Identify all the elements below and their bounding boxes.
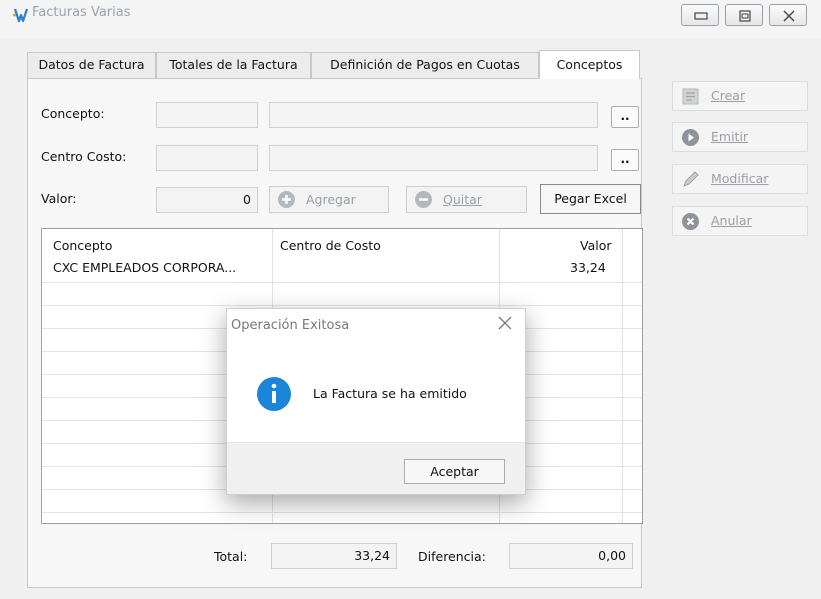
maximize-button[interactable] xyxy=(725,4,763,26)
window-title: Facturas Varias xyxy=(32,5,131,20)
concepto-code-field[interactable] xyxy=(156,102,258,128)
new-document-icon xyxy=(682,88,699,105)
agregar-button[interactable]: Agregar xyxy=(269,186,389,213)
agregar-label: Agregar xyxy=(306,192,356,207)
valor-label: Valor: xyxy=(41,191,77,206)
modificar-button[interactable]: Modificar xyxy=(672,164,808,194)
play-icon xyxy=(682,129,699,146)
anular-label: Anular xyxy=(711,213,752,228)
column-header-concepto[interactable]: Concepto xyxy=(53,238,112,253)
centro-costo-label: Centro Costo: xyxy=(41,149,127,164)
minimize-icon xyxy=(694,12,708,20)
diferencia-label: Diferencia: xyxy=(418,549,486,564)
total-label: Total: xyxy=(214,549,248,564)
pegar-excel-button[interactable]: Pegar Excel xyxy=(540,184,641,214)
quitar-button[interactable]: Quitar xyxy=(406,186,527,213)
centro-costo-code-field[interactable] xyxy=(156,145,258,171)
centro-costo-description-field[interactable] xyxy=(269,145,598,171)
quitar-label: Quitar xyxy=(443,192,482,207)
tab-datos-factura[interactable]: Datos de Factura xyxy=(27,52,156,78)
facturas-window: Facturas Varias Datos de Factura Totales… xyxy=(0,0,821,599)
crear-button[interactable]: Crear xyxy=(672,81,808,111)
aceptar-button[interactable]: Aceptar xyxy=(404,459,505,484)
anular-button[interactable]: Anular xyxy=(672,206,808,236)
diferencia-field: 0,00 xyxy=(509,543,633,569)
dialog-footer: Aceptar xyxy=(227,442,525,494)
dialog-title: Operación Exitosa xyxy=(231,318,350,333)
dialog-message: La Factura se ha emitido xyxy=(313,386,467,401)
table-row-concepto-cell[interactable]: CXC EMPLEADOS CORPORA... xyxy=(53,260,236,275)
modificar-label: Modificar xyxy=(711,171,769,186)
app-logo-icon xyxy=(13,8,29,23)
info-icon xyxy=(257,377,291,411)
table-row-valor-cell[interactable]: 33,24 xyxy=(570,260,606,275)
tab-conceptos[interactable]: Conceptos xyxy=(539,50,640,79)
column-header-valor[interactable]: Valor xyxy=(580,238,612,253)
add-icon xyxy=(278,191,295,208)
pencil-icon xyxy=(683,171,699,187)
success-dialog: Operación Exitosa La Factura se ha emiti… xyxy=(226,308,526,495)
emitir-label: Emitir xyxy=(711,129,749,144)
emitir-button[interactable]: Emitir xyxy=(672,122,808,152)
valor-input[interactable]: 0 xyxy=(156,187,258,213)
tab-pagos-cuotas[interactable]: Definición de Pagos en Cuotas xyxy=(311,52,539,78)
dialog-close-icon[interactable] xyxy=(497,315,513,331)
concepto-description-field[interactable] xyxy=(269,102,598,128)
column-header-centro-costo[interactable]: Centro de Costo xyxy=(280,238,381,253)
title-bar: Facturas Varias xyxy=(0,0,821,38)
minimize-button[interactable] xyxy=(681,4,719,26)
remove-icon xyxy=(415,191,432,208)
concepto-label: Concepto: xyxy=(41,106,105,121)
close-window-button[interactable] xyxy=(769,4,807,26)
close-icon xyxy=(783,10,795,22)
concepto-lookup-button[interactable]: .. xyxy=(611,106,639,128)
total-field: 33,24 xyxy=(271,543,397,569)
tab-totales-factura[interactable]: Totales de la Factura xyxy=(156,52,311,78)
maximize-icon xyxy=(739,10,751,22)
centro-costo-lookup-button[interactable]: .. xyxy=(611,149,639,171)
cancel-icon xyxy=(682,213,699,230)
crear-label: Crear xyxy=(711,88,746,103)
